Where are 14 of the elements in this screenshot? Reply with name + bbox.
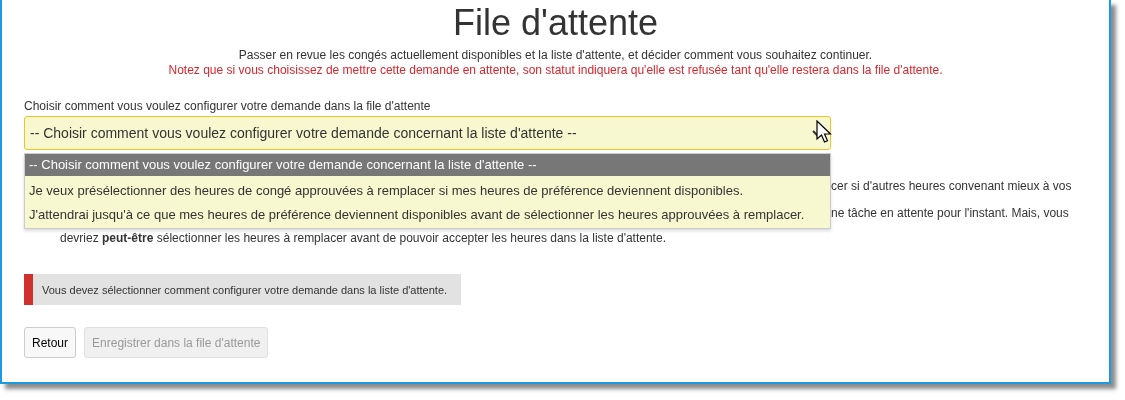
dropdown-option[interactable]: -- Choisir comment vous voulez configurer votre demande concernant la liste d'attente -- (25, 154, 830, 176)
cursor-icon (816, 120, 832, 144)
warning-text: Notez que si vous choisissez de mettre cette demande en attente, son statut indiquera qu'elle est refusée tant qu'elle restera dans la file d'attente. (167, 63, 944, 78)
dropdown-option[interactable]: J'attendrai jusqu'à ce que mes heures de préférence deviennent disponibles avant de sélectionner les heures approuvées à remplacer. (25, 204, 830, 226)
paragraph-text: devriez peut-être sélectionner les heures à remplacer avant de pouvoir accepter les heures dans la liste d'attente. (60, 231, 667, 246)
paragraph-text: ne tâche en attente pour l'instant. Mais, vous (831, 206, 1070, 221)
back-button[interactable]: Retour (24, 327, 77, 358)
error-message: Vous devez sélectionner comment configurer votre demande dans la liste d'attente. (24, 274, 462, 305)
select-field[interactable]: -- Choisir comment vous voulez configurer votre demande concernant la liste d'attente -- (24, 116, 831, 150)
dropdown-option[interactable]: Je veux présélectionner des heures de congé approuvées à remplacer si mes heures de préférence deviennent disponibles. (25, 180, 830, 202)
intro-text: Passer en revue les congés actuellement disponibles et la liste d'attente, et décider comment vous souhaitez continuer. (237, 48, 874, 63)
page-title: File d'attente (452, 1, 659, 44)
paragraph-text: cer si d'autres heures convenant mieux à vos (831, 179, 1073, 194)
field-label: Choisir comment vous voulez configurer votre demande dans la file d'attente (24, 99, 431, 113)
